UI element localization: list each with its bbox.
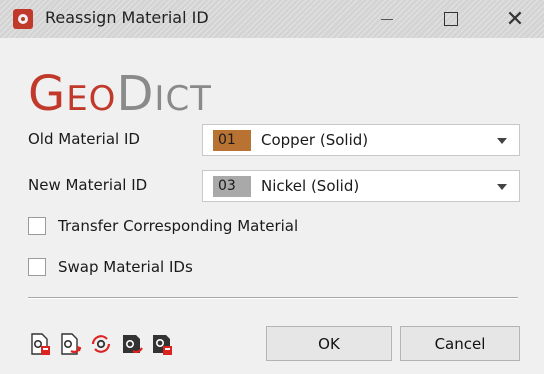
save-macro-icon[interactable] xyxy=(120,332,144,356)
divider xyxy=(28,297,518,299)
geodict-logo: GeoDict xyxy=(28,70,212,118)
transfer-material-checkbox[interactable] xyxy=(28,217,46,235)
cancel-button[interactable]: Cancel xyxy=(400,326,520,361)
chevron-down-icon[interactable] xyxy=(497,184,507,190)
new-material-label: New Material ID xyxy=(28,176,148,194)
new-material-color-swatch: 03 xyxy=(213,176,251,197)
old-material-value: Copper (Solid) xyxy=(261,131,369,149)
minimize-button[interactable] xyxy=(364,0,410,38)
maximize-button[interactable] xyxy=(428,0,474,38)
swap-ids-checkbox[interactable] xyxy=(28,258,46,276)
reassign-material-dialog: Reassign Material ID ✕ GeoDict Old Mater… xyxy=(0,0,544,374)
close-button[interactable]: ✕ xyxy=(492,0,538,38)
new-material-combobox[interactable]: 03 Nickel (Solid) xyxy=(202,170,520,202)
chevron-down-icon[interactable] xyxy=(497,138,507,144)
swap-ids-option[interactable]: Swap Material IDs xyxy=(28,256,193,278)
transfer-material-label: Transfer Corresponding Material xyxy=(58,217,299,235)
load-settings-icon[interactable] xyxy=(58,332,82,356)
old-material-combobox[interactable]: 01 Copper (Solid) xyxy=(202,124,520,156)
app-icon xyxy=(13,9,33,29)
logo-dict: Dict xyxy=(116,66,212,122)
save-settings-icon[interactable] xyxy=(28,332,52,356)
ok-button[interactable]: OK xyxy=(266,326,392,361)
load-macro-icon[interactable] xyxy=(150,332,174,356)
new-material-value: Nickel (Solid) xyxy=(261,177,360,195)
maximize-icon xyxy=(444,12,458,26)
reset-icon[interactable] xyxy=(89,332,113,356)
swap-ids-label: Swap Material IDs xyxy=(58,258,193,276)
old-material-label: Old Material ID xyxy=(28,130,140,148)
window-title: Reassign Material ID xyxy=(45,8,209,27)
title-bar[interactable]: Reassign Material ID ✕ xyxy=(0,0,544,38)
old-material-color-swatch: 01 xyxy=(213,130,251,151)
minimize-icon xyxy=(381,18,393,20)
logo-geo: Geo xyxy=(28,66,117,122)
transfer-material-option[interactable]: Transfer Corresponding Material xyxy=(28,215,298,237)
close-icon: ✕ xyxy=(505,6,525,32)
